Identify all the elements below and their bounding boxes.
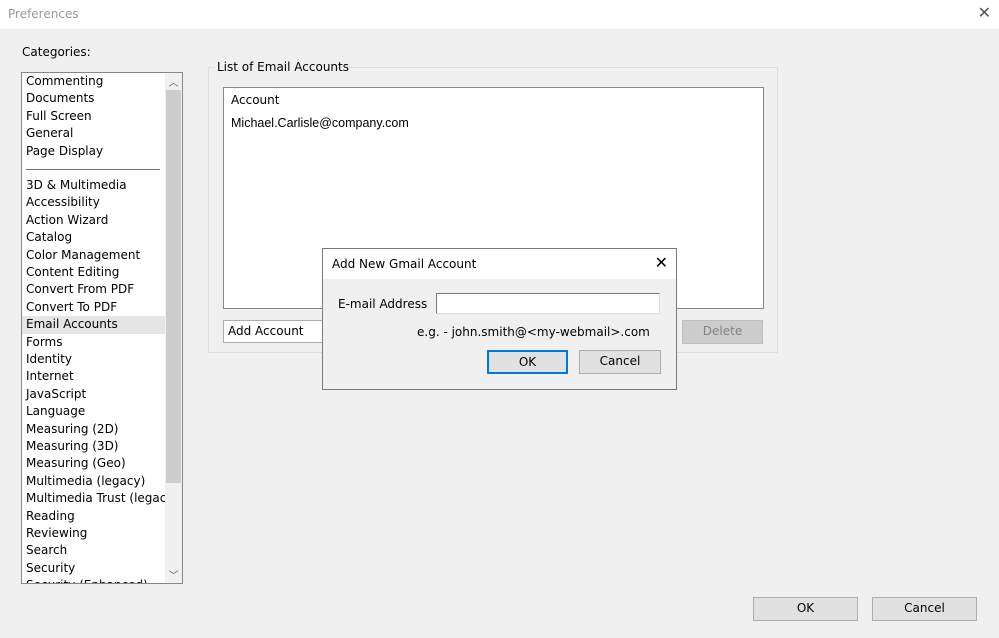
category-item[interactable]: Documents xyxy=(26,90,164,107)
category-item[interactable]: 3D & Multimedia xyxy=(26,177,164,194)
category-item[interactable]: Convert To PDF xyxy=(26,299,164,316)
window-title: Preferences xyxy=(8,7,79,21)
title-bar: Preferences ✕ xyxy=(0,0,999,29)
category-item[interactable]: Email Accounts xyxy=(22,316,165,334)
category-item[interactable]: Measuring (3D) xyxy=(26,438,164,455)
close-icon[interactable]: ✕ xyxy=(655,253,668,272)
dialog-title-bar: Add New Gmail Account ✕ xyxy=(323,249,676,279)
separator xyxy=(26,169,160,170)
categories-label: Categories: xyxy=(22,45,91,59)
category-item[interactable]: Full Screen xyxy=(26,108,164,125)
category-item[interactable]: Security xyxy=(26,560,164,577)
ok-button[interactable]: OK xyxy=(753,597,858,621)
email-label: E-mail Address xyxy=(338,297,428,311)
category-item[interactable]: Identity xyxy=(26,351,164,368)
category-item[interactable]: Color Management xyxy=(26,247,164,264)
category-item[interactable]: Measuring (2D) xyxy=(26,421,164,438)
category-item[interactable]: Forms xyxy=(26,334,164,351)
category-item[interactable]: Accessibility xyxy=(26,194,164,211)
category-item[interactable]: Internet xyxy=(26,368,164,385)
scrollbar[interactable]: ︿ ﹀ xyxy=(165,73,182,583)
category-item[interactable]: Commenting xyxy=(26,73,164,90)
category-item[interactable]: Content Editing xyxy=(26,264,164,281)
category-item[interactable]: Convert From PDF xyxy=(26,281,164,298)
category-item[interactable]: Language xyxy=(26,403,164,420)
dialog-title: Add New Gmail Account xyxy=(332,257,477,271)
chevron-up-icon[interactable]: ︿ xyxy=(165,74,182,89)
add-gmail-dialog: Add New Gmail Account ✕ E-mail Address e… xyxy=(322,248,677,390)
category-item[interactable]: Action Wizard xyxy=(26,212,164,229)
account-row[interactable]: Michael.Carlisle@company.com xyxy=(231,116,409,130)
category-item[interactable]: JavaScript xyxy=(26,386,164,403)
delete-button[interactable]: Delete xyxy=(682,320,763,344)
chevron-down-icon[interactable]: ﹀ xyxy=(165,567,182,582)
email-hint: e.g. - john.smith@<my-webmail>.com xyxy=(417,325,650,339)
add-account-button[interactable]: Add Account xyxy=(223,320,333,343)
scrollbar-thumb[interactable] xyxy=(166,90,181,483)
category-item[interactable]: Multimedia Trust (legacy) xyxy=(26,490,178,507)
dialog-ok-button[interactable]: OK xyxy=(487,350,568,374)
category-item[interactable]: Catalog xyxy=(26,229,164,246)
category-item[interactable]: Reviewing xyxy=(26,525,164,542)
cancel-button[interactable]: Cancel xyxy=(872,597,977,621)
categories-list[interactable]: Commenting Documents Full Screen General Pag… xyxy=(21,72,183,584)
category-item[interactable]: Reading xyxy=(26,508,164,525)
category-item[interactable]: Measuring (Geo) xyxy=(26,455,164,472)
group-label: List of Email Accounts xyxy=(215,60,351,74)
category-item[interactable]: Multimedia (legacy) xyxy=(26,473,164,490)
category-item[interactable]: Security (Enhanced) xyxy=(26,577,164,583)
category-item[interactable]: Search xyxy=(26,542,164,559)
category-item[interactable]: Page Display xyxy=(26,143,164,160)
column-header: Account xyxy=(231,93,280,107)
email-input[interactable] xyxy=(436,293,660,314)
close-icon[interactable]: ✕ xyxy=(978,3,991,22)
category-item[interactable]: General xyxy=(26,125,164,142)
dialog-cancel-button[interactable]: Cancel xyxy=(579,350,661,374)
